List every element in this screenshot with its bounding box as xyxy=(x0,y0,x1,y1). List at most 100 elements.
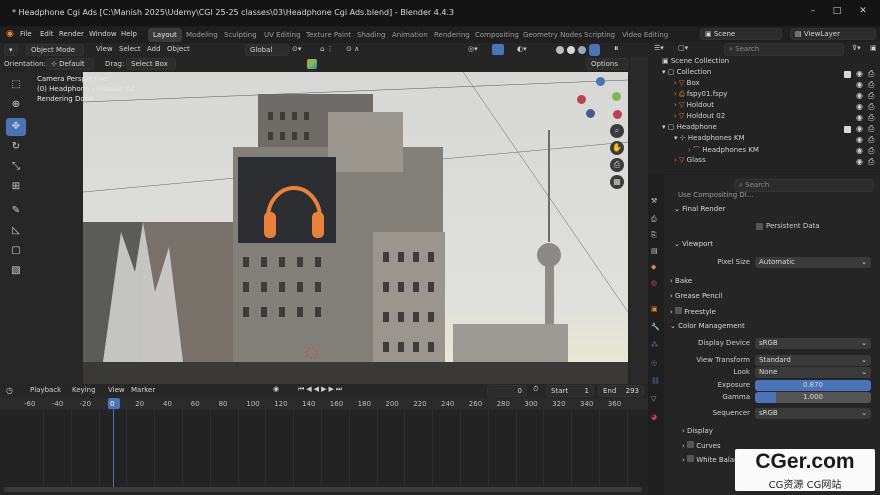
outliner-item[interactable]: › ▽ Holdout 02 xyxy=(674,112,725,123)
pivot-icon[interactable]: ⊙▾ xyxy=(292,45,301,53)
tab-texture-paint[interactable]: Texture Paint xyxy=(301,28,356,42)
output-tab-icon[interactable]: ⎘ xyxy=(651,231,657,240)
section-grease-pencil[interactable]: › Grease Pencil xyxy=(670,292,722,306)
view-transform-dropdown[interactable]: Standard ⌄ xyxy=(755,355,871,366)
camera-render-icon[interactable]: ⎙ xyxy=(868,135,874,145)
section-viewport[interactable]: ⌄ Viewport xyxy=(674,240,713,254)
exclude-checkbox[interactable] xyxy=(844,71,851,78)
constraints-tab-icon[interactable]: ⛓ xyxy=(651,377,660,385)
tab-shading[interactable]: Shading xyxy=(352,28,390,42)
gizmo-z-axis[interactable] xyxy=(596,77,605,86)
tab-animation[interactable]: Animation xyxy=(387,28,433,42)
display-device-dropdown[interactable]: sRGB ⌄ xyxy=(755,338,871,349)
new-collection-icon[interactable]: ▣ xyxy=(870,44,877,52)
timeline-ruler[interactable] xyxy=(0,398,648,410)
view-layer-selector[interactable]: ▤ ViewLayer xyxy=(790,28,876,40)
freestyle-checkbox[interactable] xyxy=(675,307,683,314)
snap-icon[interactable]: ⌂ ⋮ xyxy=(320,45,334,53)
outliner-search-input[interactable]: ⌕ Search xyxy=(724,43,844,56)
add-cube-tool-icon[interactable]: ▢ xyxy=(6,242,26,260)
camera-render-icon[interactable]: ⎙ xyxy=(868,69,874,79)
scene-tab-icon[interactable]: ◆ xyxy=(651,263,656,271)
shading-rendered-icon[interactable] xyxy=(589,44,600,56)
exposure-slider[interactable]: 0.870 xyxy=(755,380,871,391)
render-tab-icon[interactable]: ⎙ xyxy=(651,215,657,224)
pixel-size-dropdown[interactable]: Automatic ⌄ xyxy=(755,257,871,268)
sidebar-strip[interactable] xyxy=(631,57,648,384)
gizmo-toggle-icon[interactable] xyxy=(492,44,504,55)
exclude-checkbox[interactable] xyxy=(844,126,851,133)
data-tab-icon[interactable]: ▽ xyxy=(651,395,656,403)
section-curves[interactable]: › Curves xyxy=(682,441,721,455)
menu-edit[interactable]: Edit xyxy=(40,30,54,38)
menu-add[interactable]: Add xyxy=(147,45,161,53)
cursor-tool-icon[interactable]: ⊕ xyxy=(6,96,26,114)
menu-file[interactable]: File xyxy=(20,30,32,38)
white-balance-checkbox[interactable] xyxy=(687,455,695,462)
addon-icon[interactable] xyxy=(307,59,317,69)
sequencer-dropdown[interactable]: sRGB ⌄ xyxy=(755,408,871,419)
camera-render-icon[interactable]: ⎙ xyxy=(868,102,874,112)
tweak-tool-icon[interactable]: ⬚ xyxy=(6,76,26,94)
tab-uv-editing[interactable]: UV Editing xyxy=(259,28,306,42)
tab-rendering[interactable]: Rendering xyxy=(429,28,475,42)
camera-render-icon[interactable]: ⎙ xyxy=(868,124,874,134)
transform-orientation-dropdown[interactable]: Global xyxy=(245,44,289,56)
physics-tab-icon[interactable]: ◎ xyxy=(651,359,657,367)
camera-view-icon[interactable]: ⎙ xyxy=(610,158,624,172)
outliner-item[interactable]: › ⎙ fspy01.fspy xyxy=(674,90,727,101)
eye-icon[interactable]: ◉ xyxy=(856,135,863,144)
shading-material-icon[interactable] xyxy=(578,46,586,54)
menu-window[interactable]: Window xyxy=(89,30,117,38)
tab-video-editing[interactable]: Video Editing xyxy=(617,28,673,42)
camera-render-icon[interactable]: ⎙ xyxy=(868,80,874,90)
timeline-scrollbar[interactable] xyxy=(4,487,642,492)
outliner-item[interactable]: › ▽ Box xyxy=(674,79,700,90)
overlay-icon[interactable]: ◐▾ xyxy=(517,45,527,53)
tool-tab-icon[interactable]: ⚒ xyxy=(651,197,657,205)
outliner-editor-icon[interactable]: ☰▾ xyxy=(654,44,664,52)
scene-selector[interactable]: ▣ Scene xyxy=(700,28,782,40)
object-tab-icon[interactable]: ▣ xyxy=(651,305,658,313)
end-frame-field[interactable]: End 293 xyxy=(598,385,644,397)
camera-render-icon[interactable]: ⎙ xyxy=(868,157,874,167)
blender-logo-icon[interactable]: ◉ xyxy=(6,29,14,39)
options-dropdown[interactable]: Options xyxy=(586,58,628,70)
tab-sculpting[interactable]: Sculpting xyxy=(219,28,262,42)
menu-timeline-view[interactable]: View xyxy=(108,386,125,394)
camera-render-icon[interactable]: ⎙ xyxy=(868,113,874,123)
proportional-edit-icon[interactable]: ⊙ ∧ xyxy=(346,45,359,53)
perspective-grid-icon[interactable]: ▦ xyxy=(610,175,624,189)
shading-wireframe-icon[interactable] xyxy=(556,46,564,54)
eye-icon[interactable]: ◉ xyxy=(856,124,863,133)
menu-help[interactable]: Help xyxy=(121,30,137,38)
playback-controls[interactable]: ⏮◀◀▶▶⏭ xyxy=(298,385,344,394)
outliner-item[interactable]: ▣ Scene Collection xyxy=(662,57,729,68)
measure-tool-icon[interactable]: ◺ xyxy=(6,222,26,240)
close-button[interactable]: ✕ xyxy=(856,6,870,20)
maximize-button[interactable]: □ xyxy=(830,6,844,20)
world-tab-icon[interactable]: ◍ xyxy=(651,279,657,287)
3d-viewport[interactable]: Camera Perspective (0) Headphone | Holdo… xyxy=(0,72,631,385)
section-color-management[interactable]: ⌄ Color Management xyxy=(670,322,745,336)
persistent-data-checkbox[interactable] xyxy=(756,223,763,230)
gizmo-x-axis[interactable] xyxy=(577,95,586,104)
pause-render-icon[interactable]: ⏸ xyxy=(614,44,619,54)
clock-icon[interactable]: ◷ xyxy=(6,386,13,395)
outliner-item[interactable]: › ▽ Glass xyxy=(674,156,706,167)
outliner-item[interactable]: ▾ ⊹ Headphones KM xyxy=(674,134,745,145)
outliner-item[interactable]: ▾ ▢ Collection xyxy=(662,68,711,79)
gizmo-center[interactable] xyxy=(601,97,608,104)
zoom-icon[interactable]: ⌕ xyxy=(610,124,624,138)
section-final-render[interactable]: ⌄ Final Render xyxy=(674,205,725,219)
material-tab-icon[interactable]: ◕ xyxy=(651,413,657,421)
drag-dropdown[interactable]: Select Box xyxy=(126,58,176,70)
gizmo-neg-z-axis[interactable] xyxy=(586,109,595,118)
current-frame-field[interactable]: 0 xyxy=(487,385,527,397)
annotate-tool-icon[interactable]: ✎ xyxy=(6,202,26,220)
tab-layout[interactable]: Layout xyxy=(148,28,182,42)
eye-icon[interactable]: ◉ xyxy=(856,91,863,100)
properties-search-input[interactable]: ⌕ Search xyxy=(734,179,874,192)
eye-icon[interactable]: ◉ xyxy=(856,146,863,155)
curves-checkbox[interactable] xyxy=(687,441,695,448)
